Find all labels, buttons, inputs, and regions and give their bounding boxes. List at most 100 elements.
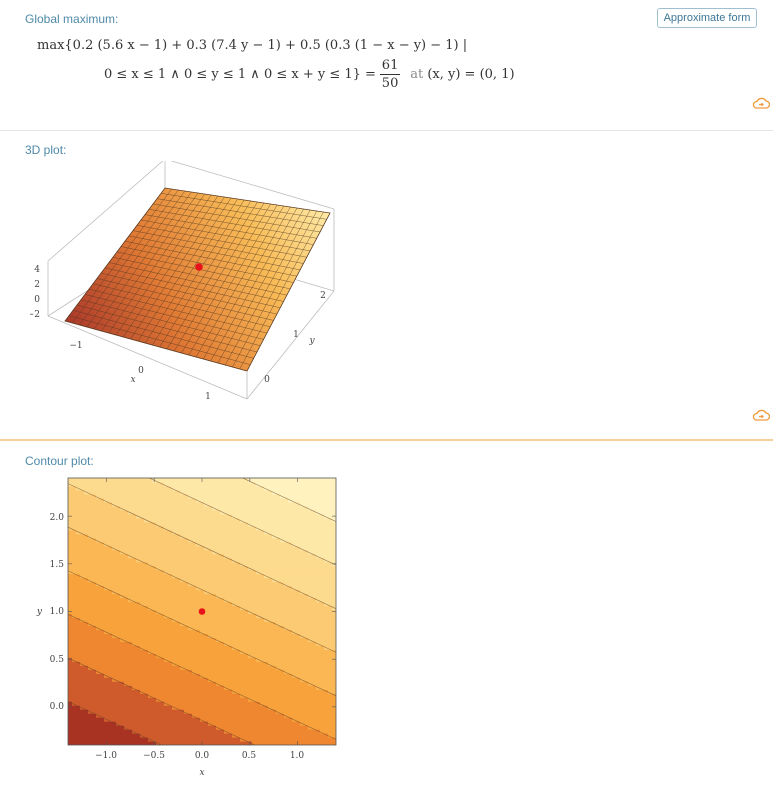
contour-band-cell: [300, 665, 305, 670]
z-tick-label: 2: [34, 280, 40, 290]
contour-band-cell: [200, 725, 205, 730]
contour-band-cell: [224, 493, 229, 499]
contour-band-cell: [144, 725, 149, 730]
cloud-export-icon[interactable]: [752, 409, 770, 421]
contour-band-cell: [92, 729, 97, 734]
contour-band-cell: [316, 493, 321, 499]
contour-band-cell: [260, 665, 265, 670]
contour-band-cell: [264, 709, 269, 714]
contour-band-cell: [292, 581, 297, 587]
contour-band-cell: [116, 521, 121, 527]
contour-band-cell: [276, 553, 281, 559]
surface-plot-3d[interactable]: 4 2 0 −2 −1 0 1 x 0 1 2 y: [30, 161, 350, 406]
contour-band-cell: [284, 617, 289, 623]
contour-band-cell: [296, 629, 301, 635]
contour-band-cell: [96, 557, 101, 563]
contour-band-cell: [124, 497, 129, 503]
contour-band-cell: [76, 589, 81, 595]
contour-band-cell: [272, 597, 277, 603]
contour-band-cell: [172, 561, 177, 567]
contour-band-cell: [228, 501, 233, 507]
contour-band-cell: [316, 709, 321, 714]
contour-band-cell: [184, 533, 189, 539]
contour-band-cell: [176, 641, 181, 646]
contour-band-cell: [284, 701, 289, 706]
contour-band-cell: [152, 625, 157, 631]
contour-band-cell: [240, 637, 245, 642]
contour-band-cell: [236, 589, 241, 595]
contour-band-cell: [216, 621, 221, 627]
contour-band-cell: [216, 689, 221, 694]
cloud-export-icon[interactable]: [752, 97, 770, 109]
contour-band-cell: [208, 545, 213, 551]
contour-band-cell: [312, 633, 317, 639]
contour-band-cell: [84, 693, 89, 698]
contour-band-cell: [196, 525, 201, 531]
contour-band-cell: [268, 581, 273, 587]
contour-band-cell: [328, 625, 333, 631]
contour-band-cell: [136, 701, 141, 706]
contour-band-cell: [108, 617, 113, 623]
contour-band-cell: [72, 497, 77, 503]
contour-band-cell: [156, 549, 161, 555]
contour-band-cell: [272, 573, 277, 579]
contour-band-cell: [128, 485, 133, 491]
contour-band-cell: [304, 513, 309, 519]
contour-band-cell: [196, 637, 201, 642]
contour-band-cell: [112, 585, 117, 591]
contour-band-cell: [140, 669, 145, 674]
contour-band-cell: [68, 549, 73, 555]
contour-band-cell: [124, 729, 129, 734]
contour-band-cell: [152, 481, 157, 487]
contour-band-cell: [144, 493, 149, 499]
contour-band-cell: [72, 549, 77, 555]
contour-band-cell: [124, 673, 129, 678]
contour-band-cell: [172, 653, 177, 658]
contour-band-cell: [224, 549, 229, 555]
contour-band-cell: [140, 537, 145, 543]
contour-band-cell: [252, 629, 257, 635]
contour-band-cell: [240, 609, 245, 615]
contour-band-cell: [136, 485, 141, 491]
contour-band-cell: [192, 489, 197, 495]
contour-band-cell: [296, 657, 301, 662]
contour-band-cell: [88, 709, 93, 714]
contour-band-cell: [292, 665, 297, 670]
contour-band-cell: [220, 613, 225, 619]
contour-band-cell: [248, 617, 253, 623]
contour-band-cell: [196, 721, 201, 726]
contour-band-cell: [84, 561, 89, 567]
contour-band-cell: [148, 529, 153, 535]
contour-band-cell: [100, 665, 105, 670]
contour-band-cell: [136, 613, 141, 619]
contour-band-cell: [204, 697, 209, 702]
contour-band-cell: [144, 633, 149, 639]
contour-band-cell: [80, 617, 85, 623]
contour-band-cell: [160, 513, 165, 519]
contour-band-cell: [192, 497, 197, 503]
contour-band-cell: [296, 725, 301, 730]
contour-band-cell: [128, 605, 133, 611]
contour-band-cell: [224, 589, 229, 595]
contour-band-cell: [284, 673, 289, 678]
contour-band-cell: [244, 677, 249, 682]
contour-band-cell: [328, 565, 333, 571]
contour-band-cell: [280, 505, 285, 511]
contour-band-cell: [312, 645, 317, 650]
contour-band-cell: [168, 689, 173, 694]
contour-band-cell: [164, 478, 169, 483]
contour-band-cell: [252, 681, 257, 686]
contour-band-cell: [88, 485, 93, 491]
contour-band-cell: [288, 581, 293, 587]
contour-band-cell: [148, 637, 153, 642]
contour-plot[interactable]: 2.0 1.5 1.0 0.5 0.0 y −1.0 −0.5 0.0 0.5 …: [30, 471, 350, 786]
contour-band-cell: [148, 505, 153, 511]
contour-band-cell: [236, 593, 241, 599]
contour-band-cell: [108, 493, 113, 499]
contour-band-cell: [244, 493, 249, 499]
approximate-form-button[interactable]: Approximate form: [657, 8, 757, 28]
contour-band-cell: [240, 489, 245, 495]
contour-band-cell: [184, 633, 189, 639]
contour-band-cell: [188, 497, 193, 503]
contour-band-cell: [284, 621, 289, 627]
